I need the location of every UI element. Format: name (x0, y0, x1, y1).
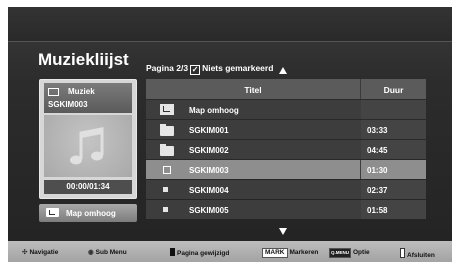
music-file-icon (160, 184, 168, 192)
item-name: SGKIM005 (189, 206, 229, 215)
music-file-icon (160, 164, 171, 174)
folder-up-icon (46, 208, 59, 217)
mark-hint-label: Markeren (289, 249, 319, 256)
music-note-icon (70, 127, 104, 165)
list-item[interactable]: SGKIM002 04:45 (146, 140, 426, 159)
screen: Muziekliijst Pagina 2/3 ✓ Niets gemarkeerd… (8, 7, 452, 262)
folder-up-button[interactable]: Map omhoog (39, 204, 137, 222)
preview-filename: SGKIM003 (48, 100, 88, 109)
duration-column-header: Duur (383, 85, 404, 95)
exit-hint-label: Afsluiten (407, 252, 435, 259)
duration-cell: 01:30 (361, 160, 426, 179)
item-name: SGKIM003 (189, 166, 229, 175)
mark-hint: MARK Markeren (262, 248, 318, 258)
item-name: Map omhoog (189, 106, 239, 115)
page-hint-label: Pagina gewijzigd (177, 250, 230, 257)
preview-panel: Muziek SGKIM003 00:00/01:34 (39, 79, 137, 199)
page-indicator: Pagina 2/3 ✓ Niets gemarkeerd (146, 63, 273, 75)
nav-hint: ✣ Navigatie (22, 248, 58, 256)
item-duration: 02:37 (367, 186, 388, 195)
name-cell: SGKIM003 (146, 160, 360, 179)
qmenu-key-icon: Q.MENU (329, 248, 351, 258)
duration-cell: 04:45 (361, 140, 426, 159)
item-name: SGKIM002 (189, 146, 229, 155)
preview-category: Muziek (68, 87, 95, 96)
list-item[interactable]: Map omhoog (146, 100, 426, 119)
file-list: Titel Duur Map omhoog SGKIM001 03:33 SGK… (146, 79, 426, 219)
exit-hint: Afsluiten (400, 248, 435, 259)
option-hint: Q.MENU Optie (329, 248, 370, 258)
item-duration: 03:33 (367, 126, 388, 135)
item-name: SGKIM001 (189, 126, 229, 135)
submenu-hint: ◉ Sub Menu (88, 248, 127, 256)
list-item[interactable]: SGKIM001 03:33 (146, 120, 426, 139)
option-hint-label: Optie (353, 249, 370, 256)
folder-up-button-label: Map omhoog (66, 209, 116, 218)
duration-cell (361, 100, 426, 119)
list-header: Titel Duur (146, 79, 426, 99)
folder-icon (160, 124, 174, 136)
exit-key-icon (400, 248, 405, 258)
page-number: Pagina 2/3 (146, 63, 189, 73)
list-item-selected[interactable]: SGKIM003 01:30 (146, 160, 426, 179)
preview-header: Muziek SGKIM003 (44, 83, 132, 113)
album-art (44, 115, 132, 177)
folder-up-icon (160, 104, 174, 115)
music-folder-icon (48, 88, 59, 96)
item-duration: 01:30 (367, 166, 388, 175)
name-cell: SGKIM004 (146, 180, 360, 199)
name-cell: Map omhoog (146, 100, 360, 119)
folder-icon (160, 144, 174, 156)
duration-cell: 02:37 (361, 180, 426, 199)
help-bar: ✣ Navigatie ◉ Sub Menu Pagina gewijzigd MA… (8, 241, 452, 262)
scroll-down-arrow-icon[interactable] (279, 228, 287, 235)
music-file-icon (160, 204, 168, 212)
ok-button-icon: ◉ (88, 249, 94, 256)
submenu-hint-label: Sub Menu (95, 249, 127, 256)
item-name: SGKIM004 (189, 186, 229, 195)
mark-key-icon: MARK (262, 248, 288, 258)
top-bar (8, 7, 452, 42)
nav-hint-label: Navigatie (29, 249, 59, 256)
item-duration: 01:58 (367, 206, 388, 215)
checkbox-icon: ✓ (190, 65, 201, 75)
page-hint: Pagina gewijzigd (170, 248, 229, 257)
playback-time: 00:00/01:34 (44, 180, 132, 194)
dpad-icon: ✣ (22, 249, 28, 256)
scroll-up-arrow-icon[interactable] (279, 67, 287, 74)
name-cell: SGKIM001 (146, 120, 360, 139)
name-cell: SGKIM005 (146, 200, 360, 219)
page-up-down-icon (170, 248, 175, 256)
list-item[interactable]: SGKIM004 02:37 (146, 180, 426, 199)
item-duration: 04:45 (367, 146, 388, 155)
name-cell: SGKIM002 (146, 140, 360, 159)
page-title: Muziekliijst (38, 50, 129, 69)
list-item[interactable]: SGKIM005 01:58 (146, 200, 426, 219)
title-column-header: Titel (244, 85, 262, 95)
duration-cell: 01:58 (361, 200, 426, 219)
marked-status: Niets gemarkeerd (202, 63, 274, 73)
duration-cell: 03:33 (361, 120, 426, 139)
